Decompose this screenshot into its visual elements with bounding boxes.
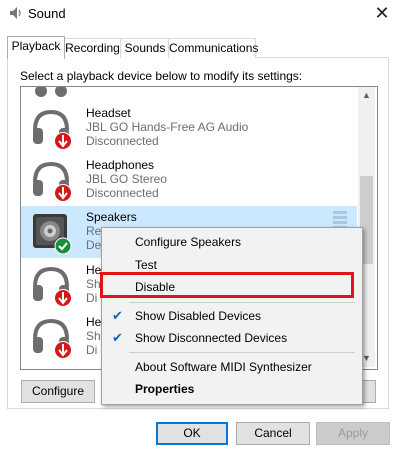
menu-separator — [129, 302, 355, 303]
tab-playback[interactable]: Playback — [7, 36, 65, 59]
device-status: De — [86, 238, 102, 252]
headphones-icon — [33, 161, 72, 202]
window-title: Sound — [28, 6, 66, 21]
highlight-box — [100, 272, 354, 298]
menu-item-about-midi-synth[interactable]: About Software MIDI Synthesizer — [135, 360, 312, 374]
default-check-icon — [55, 238, 71, 254]
speaker-icon — [33, 214, 72, 254]
configure-button[interactable]: Configure — [21, 380, 95, 403]
menu-item-show-disconnected-devices[interactable]: Show Disconnected Devices — [135, 331, 287, 345]
device-item-headset[interactable]: Headset JBL GO Hands-Free AG Audio Disco… — [21, 102, 357, 154]
device-description: Sh — [86, 329, 101, 343]
device-status: Di — [86, 343, 98, 357]
device-item-headphones[interactable]: Headphones JBL GO Stereo Disconnected — [21, 154, 357, 206]
device-status: Di — [86, 291, 98, 305]
menu-item-configure-speakers[interactable]: Configure Speakers — [135, 235, 241, 249]
checkmark-icon: ✔ — [112, 308, 123, 323]
device-description: Re — [86, 224, 102, 238]
device-description: JBL GO Stereo — [86, 172, 167, 186]
device-status: Disconnected — [86, 134, 159, 148]
checkmark-icon: ✔ — [112, 330, 123, 345]
device-description: JBL GO Hands-Free AG Audio — [86, 120, 249, 134]
scroll-up-arrow-icon[interactable]: ▲ — [358, 87, 375, 104]
device-name: Headphones — [86, 158, 155, 172]
headphones-icon — [33, 266, 72, 307]
headphones-icon — [35, 87, 67, 97]
tab-communications[interactable]: Communications — [168, 38, 258, 58]
headphones-icon — [33, 109, 72, 150]
device-name: Speakers — [86, 210, 137, 224]
ok-button[interactable]: OK — [156, 422, 228, 445]
menu-item-properties[interactable]: Properties — [135, 382, 194, 396]
apply-button[interactable]: Apply — [316, 422, 390, 445]
device-status: Disconnected — [86, 186, 159, 200]
cancel-button[interactable]: Cancel — [236, 422, 310, 445]
device-name: He — [86, 315, 102, 329]
tab-sounds[interactable]: Sounds — [120, 38, 170, 58]
device-description: Sh — [86, 277, 101, 291]
speaker-app-icon — [10, 7, 21, 19]
tab-recording[interactable]: Recording — [63, 38, 122, 58]
close-button[interactable]: ✕ — [370, 2, 394, 24]
instruction-text: Select a playback device below to modify… — [20, 69, 303, 83]
menu-item-test[interactable]: Test — [135, 258, 157, 272]
menu-item-show-disabled-devices[interactable]: Show Disabled Devices — [135, 309, 261, 323]
device-name: Headset — [86, 106, 131, 120]
headphones-icon — [33, 318, 72, 359]
menu-separator — [129, 352, 355, 353]
